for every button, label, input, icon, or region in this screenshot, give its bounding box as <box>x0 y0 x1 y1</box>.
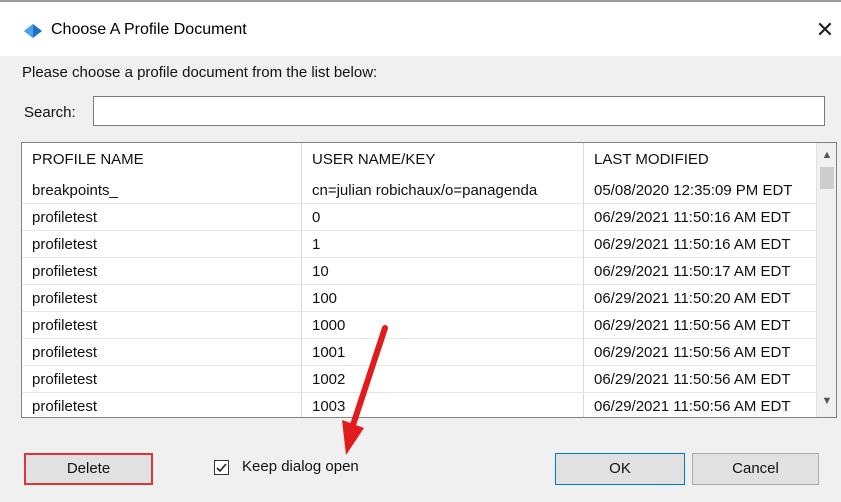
cell-profile-name: profiletest <box>32 344 98 361</box>
cell-last-modified: 05/08/2020 12:35:09 PM EDT <box>594 182 793 199</box>
table-row[interactable]: profiletest 1001 06/29/2021 11:50:56 AM … <box>22 339 816 366</box>
cell-user-name-key: 100 <box>312 290 338 307</box>
column-header-user-name-key[interactable]: USER NAME/KEY <box>312 151 435 168</box>
title-bar: Choose A Profile Document ✕ <box>0 2 841 56</box>
cell-last-modified: 06/29/2021 11:50:56 AM EDT <box>594 398 791 415</box>
cell-last-modified: 06/29/2021 11:50:20 AM EDT <box>594 290 791 307</box>
cell-user-name-key: 1002 <box>312 371 346 388</box>
table-row[interactable]: breakpoints_ cn=julian robichaux/o=panag… <box>22 177 816 204</box>
cell-profile-name: profiletest <box>32 236 98 253</box>
list-header: PROFILE NAME USER NAME/KEY LAST MODIFIED <box>22 143 816 170</box>
cell-profile-name: profiletest <box>32 263 98 280</box>
cell-user-name-key: 10 <box>312 263 329 280</box>
cell-user-name-key: 1 <box>312 236 321 253</box>
cell-user-name-key: cn=julian robichaux/o=panagenda <box>312 182 538 199</box>
cell-last-modified: 06/29/2021 11:50:56 AM EDT <box>594 344 791 361</box>
search-label: Search: <box>24 104 76 121</box>
cell-profile-name: breakpoints_ <box>32 182 118 199</box>
table-row[interactable]: profiletest 0 06/29/2021 11:50:16 AM EDT <box>22 204 816 231</box>
table-row[interactable]: profiletest 1002 06/29/2021 11:50:56 AM … <box>22 366 816 393</box>
cell-user-name-key: 1003 <box>312 398 346 415</box>
cell-profile-name: profiletest <box>32 290 98 307</box>
profile-list[interactable]: PROFILE NAME USER NAME/KEY LAST MODIFIED… <box>21 142 837 418</box>
cell-profile-name: profiletest <box>32 398 98 415</box>
ok-button[interactable]: OK <box>555 453 685 485</box>
table-row[interactable]: profiletest 10 06/29/2021 11:50:17 AM ED… <box>22 258 816 285</box>
delete-button[interactable]: Delete <box>24 453 153 485</box>
checkmark-icon <box>216 463 227 473</box>
instruction-text: Please choose a profile document from th… <box>22 64 378 81</box>
table-row[interactable]: profiletest 1000 06/29/2021 11:50:56 AM … <box>22 312 816 339</box>
cell-profile-name: profiletest <box>32 317 98 334</box>
column-header-last-modified[interactable]: LAST MODIFIED <box>594 151 709 168</box>
window-title: Choose A Profile Document <box>51 21 247 38</box>
scroll-down-arrow-icon[interactable]: ▼ <box>817 395 836 411</box>
table-row[interactable]: profiletest 1003 06/29/2021 11:50:56 AM … <box>22 393 816 417</box>
scroll-up-arrow-icon[interactable]: ▲ <box>817 149 836 165</box>
close-button[interactable]: ✕ <box>812 16 838 44</box>
cell-user-name-key: 0 <box>312 209 321 226</box>
column-header-profile-name[interactable]: PROFILE NAME <box>32 151 144 168</box>
vertical-scrollbar[interactable]: ▲ ▼ <box>816 143 836 417</box>
cell-user-name-key: 1000 <box>312 317 346 334</box>
app-logo-icon <box>24 24 42 38</box>
cell-user-name-key: 1001 <box>312 344 346 361</box>
cell-last-modified: 06/29/2021 11:50:16 AM EDT <box>594 209 791 226</box>
search-input[interactable] <box>93 96 825 126</box>
scroll-thumb[interactable] <box>820 167 834 189</box>
table-row[interactable]: profiletest 100 06/29/2021 11:50:20 AM E… <box>22 285 816 312</box>
keep-dialog-open-checkbox[interactable] <box>214 460 229 475</box>
close-icon: ✕ <box>815 17 835 42</box>
cell-last-modified: 06/29/2021 11:50:16 AM EDT <box>594 236 791 253</box>
table-row[interactable]: profiletest 1 06/29/2021 11:50:16 AM EDT <box>22 231 816 258</box>
cell-last-modified: 06/29/2021 11:50:17 AM EDT <box>594 263 791 280</box>
cancel-button[interactable]: Cancel <box>692 453 819 485</box>
cell-last-modified: 06/29/2021 11:50:56 AM EDT <box>594 371 791 388</box>
cell-last-modified: 06/29/2021 11:50:56 AM EDT <box>594 317 791 334</box>
cell-profile-name: profiletest <box>32 209 98 226</box>
keep-dialog-open-label[interactable]: Keep dialog open <box>242 458 359 475</box>
cell-profile-name: profiletest <box>32 371 98 388</box>
